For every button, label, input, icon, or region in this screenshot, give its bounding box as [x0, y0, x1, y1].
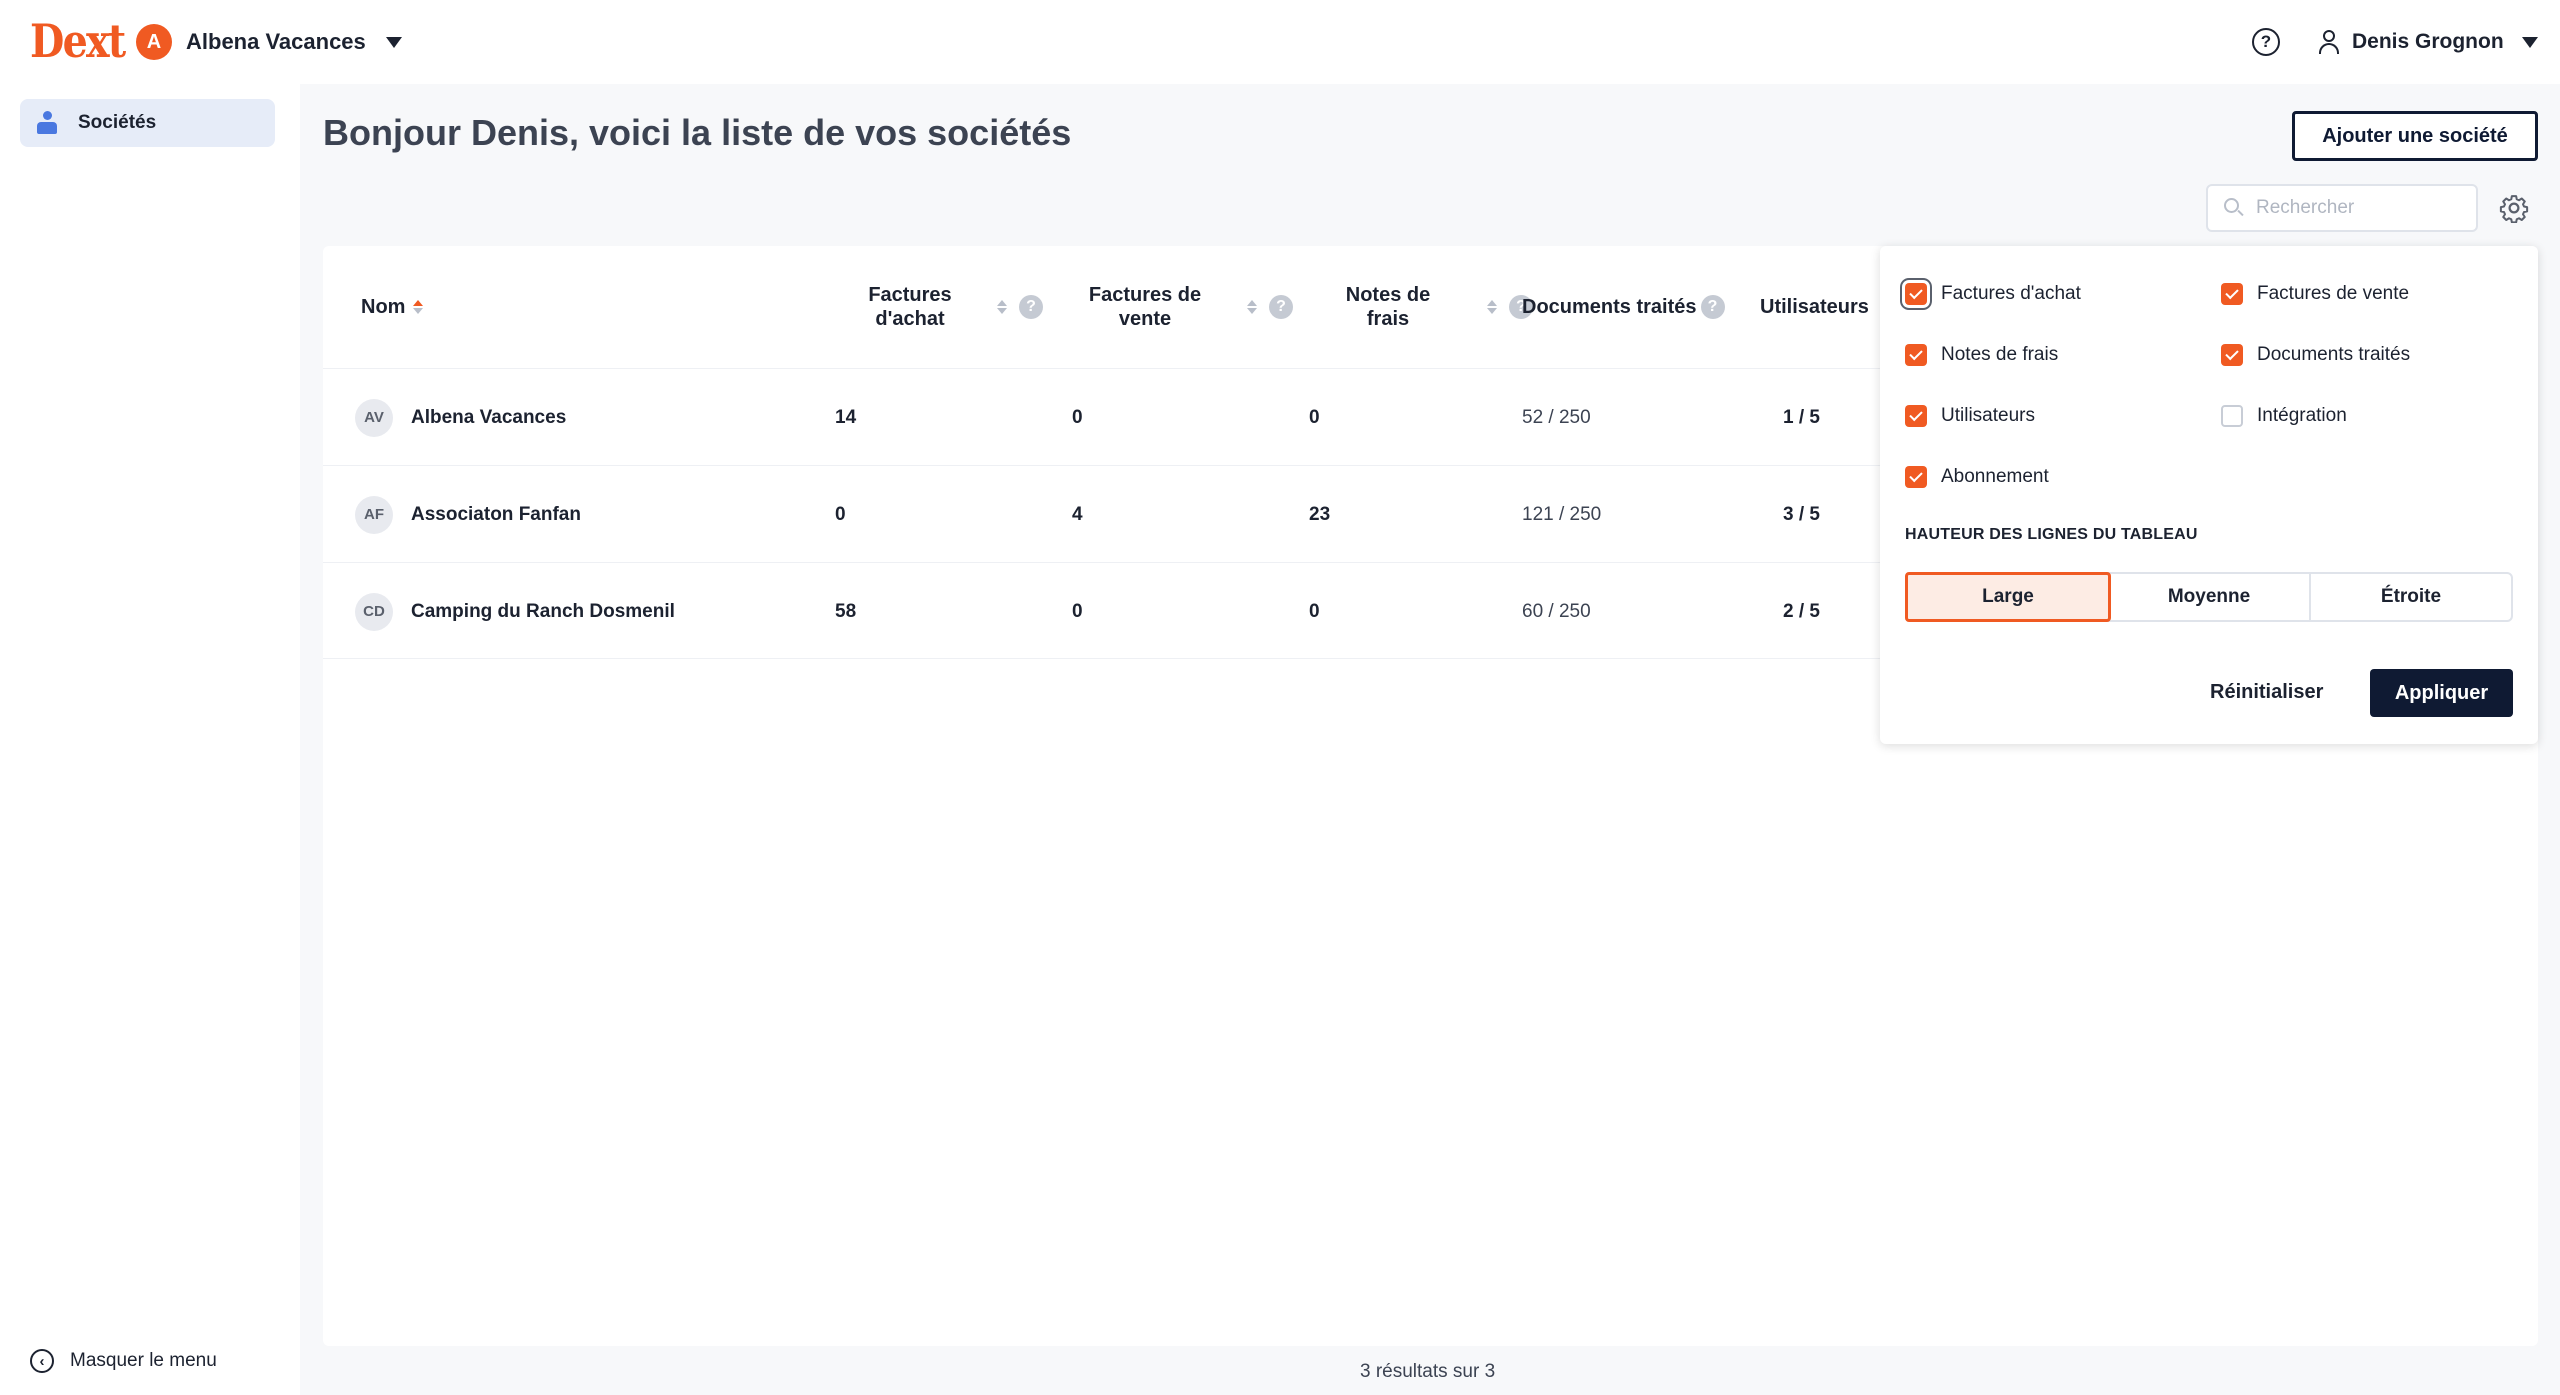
row-height-selector: Large Moyenne Étroite: [1905, 572, 2513, 622]
company-switcher[interactable]: A Albena Vacances: [136, 22, 402, 62]
column-settings-popover: Factures d'achat Factures de vente Notes…: [1880, 246, 2538, 744]
search-icon: [2224, 198, 2244, 218]
column-label: d'achat: [875, 308, 945, 330]
help-icon[interactable]: ?: [1269, 295, 1293, 319]
sort-icon: [1487, 300, 1497, 314]
users-cell: 2 / 5: [1783, 600, 1820, 622]
dext-logo[interactable]: Dext: [30, 14, 126, 68]
checkbox-checked[interactable]: [1905, 283, 1927, 305]
reset-button[interactable]: Réinitialiser: [2210, 681, 2323, 704]
avatar: AV: [355, 398, 393, 437]
sidebar-item-label: Sociétés: [78, 112, 157, 133]
option-notes-frais[interactable]: Notes de frais: [1905, 344, 2058, 366]
documents-cell: 52 / 250: [1522, 406, 1591, 428]
help-icon[interactable]: ?: [1700, 295, 1725, 319]
purchase-cell: 0: [835, 503, 846, 525]
search-input[interactable]: [2256, 197, 2466, 219]
column-label: Notes de: [1345, 284, 1431, 306]
option-label: Abonnement: [1941, 466, 2049, 487]
sales-cell: 4: [1072, 503, 1083, 525]
documents-cell: 60 / 250: [1522, 600, 1591, 622]
expenses-cell: 0: [1309, 406, 1320, 428]
chevron-left-circle-icon: ‹: [30, 1349, 54, 1373]
checkbox-checked[interactable]: [2221, 283, 2243, 305]
users-cell: 3 / 5: [1783, 503, 1820, 525]
sidebar: Sociétés ‹ Masquer le menu: [0, 84, 300, 1395]
checkbox-unchecked[interactable]: [2221, 405, 2243, 427]
chevron-down-icon: [2521, 36, 2538, 48]
sales-cell: 0: [1072, 600, 1083, 622]
company-name: Albena Vacances: [186, 29, 366, 54]
checkbox-checked[interactable]: [1905, 344, 1927, 366]
sales-cell: 0: [1072, 406, 1083, 428]
sort-asc-icon: [413, 300, 424, 314]
users-cell: 1 / 5: [1783, 406, 1820, 428]
option-label: Factures de vente: [2257, 283, 2410, 304]
sort-icon: [1247, 300, 1257, 314]
column-header-users[interactable]: Utilisateurs: [1760, 246, 1869, 368]
column-label: Factures de: [1088, 284, 1202, 306]
help-icon[interactable]: ?: [2252, 28, 2280, 56]
option-integration[interactable]: Intégration: [2221, 405, 2347, 427]
avatar: CD: [355, 592, 393, 631]
apply-button[interactable]: Appliquer: [2370, 669, 2513, 717]
row-height-narrow[interactable]: Étroite: [2311, 574, 2511, 620]
sort-icon: [997, 300, 1007, 314]
option-factures-achat[interactable]: Factures d'achat: [1905, 283, 2081, 305]
column-header-expenses[interactable]: Notes de frais ?: [1313, 246, 1533, 368]
add-company-button[interactable]: Ajouter une société: [2292, 111, 2538, 161]
company-name-cell[interactable]: Associaton Fanfan: [411, 504, 581, 526]
purchase-cell: 14: [835, 406, 857, 428]
column-label: Documents traités: [1522, 295, 1697, 318]
option-abonnement[interactable]: Abonnement: [1905, 466, 2049, 488]
company-avatar: A: [136, 24, 172, 60]
row-height-large[interactable]: Large: [1905, 572, 2111, 622]
chevron-down-icon: [385, 36, 402, 48]
option-label: Factures d'achat: [1941, 283, 2081, 304]
expenses-cell: 0: [1309, 600, 1320, 622]
option-utilisateurs[interactable]: Utilisateurs: [1905, 405, 2035, 427]
documents-cell: 121 / 250: [1522, 503, 1602, 525]
row-height-medium[interactable]: Moyenne: [2109, 574, 2311, 620]
column-label: Factures: [868, 284, 952, 306]
users-icon: [34, 110, 60, 136]
option-label: Intégration: [2257, 405, 2347, 426]
expenses-cell: 23: [1309, 503, 1331, 525]
hide-menu-button[interactable]: ‹ Masquer le menu: [30, 1349, 217, 1373]
checkbox-checked[interactable]: [1905, 405, 1927, 427]
top-bar: Dext A Albena Vacances ? Denis Grognon: [0, 0, 2560, 84]
user-icon: [2318, 29, 2340, 55]
option-documents-traites[interactable]: Documents traités: [2221, 344, 2410, 366]
hide-menu-label: Masquer le menu: [70, 1350, 217, 1371]
row-height-title: HAUTEUR DES LIGNES DU TABLEAU: [1905, 526, 2198, 543]
checkbox-checked[interactable]: [1905, 466, 1927, 488]
sidebar-item-societes[interactable]: Sociétés: [20, 99, 275, 147]
column-header-sales[interactable]: Factures de vente ?: [1065, 246, 1293, 368]
column-header-purchase[interactable]: Factures d'achat ?: [845, 246, 1043, 368]
page-title: Bonjour Denis, voici la liste de vos soc…: [323, 112, 1072, 153]
option-label: Notes de frais: [1941, 344, 2059, 365]
gear-icon[interactable]: [2499, 193, 2529, 223]
company-name-cell[interactable]: Albena Vacances: [411, 407, 566, 429]
avatar: AF: [355, 495, 393, 534]
option-label: Utilisateurs: [1941, 405, 2035, 426]
option-label: Documents traités: [2257, 344, 2411, 365]
column-label: frais: [1366, 308, 1410, 330]
user-name: Denis Grognon: [2352, 30, 2504, 53]
column-label: Nom: [361, 295, 406, 318]
company-name-cell[interactable]: Camping du Ranch Dosmenil: [411, 601, 675, 623]
column-header-documents[interactable]: Documents traités ?: [1522, 246, 1725, 368]
checkbox-checked[interactable]: [2221, 344, 2243, 366]
help-icon[interactable]: ?: [1019, 295, 1043, 319]
search-box: [2206, 184, 2478, 232]
user-menu[interactable]: Denis Grognon: [2318, 22, 2538, 62]
option-factures-vente[interactable]: Factures de vente: [2221, 283, 2409, 305]
column-label: Utilisateurs: [1760, 295, 1869, 318]
column-label: vente: [1118, 308, 1172, 330]
results-count: 3 résultats sur 3: [1360, 1361, 1496, 1382]
column-header-name[interactable]: Nom: [361, 246, 424, 368]
purchase-cell: 58: [835, 600, 857, 622]
